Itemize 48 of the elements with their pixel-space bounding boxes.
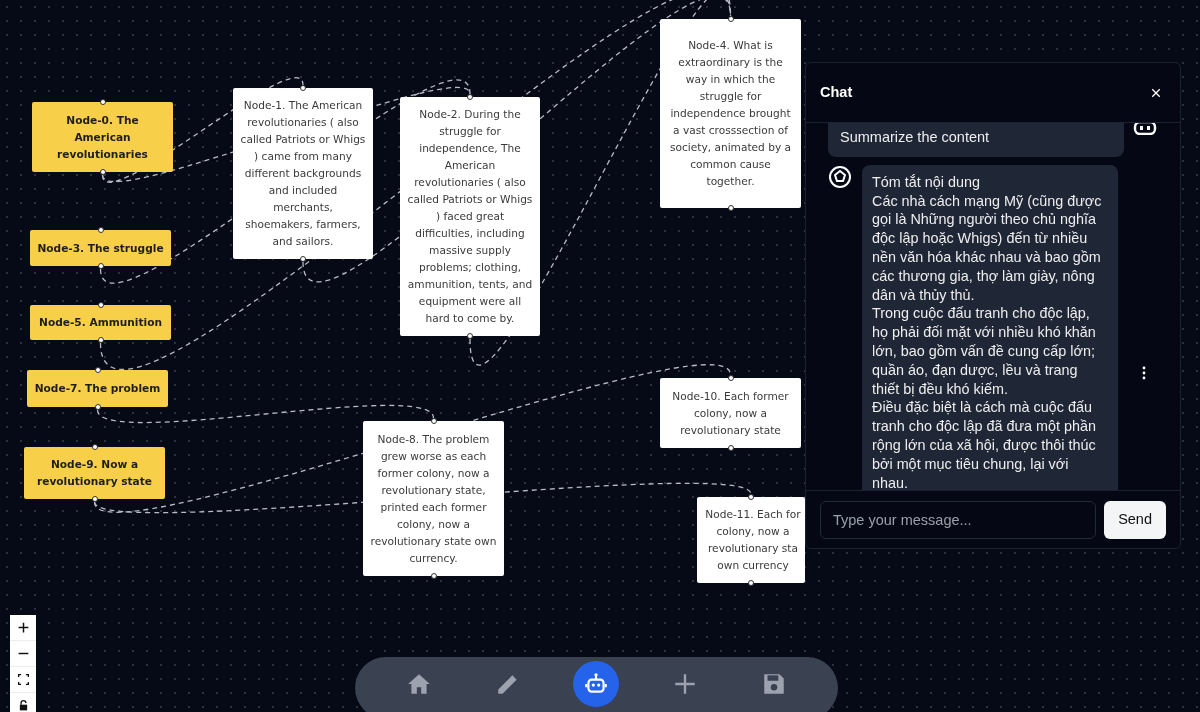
node-handle[interactable] bbox=[727, 445, 734, 451]
node-handle[interactable] bbox=[300, 85, 306, 91]
message-text: Các nhà cách mạng Mỹ (cũng được gọi là Những người theo chủ nghĩa độc lập hoặc Whigs) đến từ nhiều nền văn hóa khác nhau và bao gồm các thương gia, thợ làm giày, nông dân và thủy thủ. bbox=[872, 191, 1103, 305]
more-options-icon bbox=[1142, 366, 1146, 380]
node-handle[interactable] bbox=[99, 169, 106, 175]
node-handle[interactable] bbox=[97, 337, 104, 343]
chat-title: Chat bbox=[820, 82, 853, 102]
message-text: Summarize the content bbox=[840, 128, 991, 147]
node-handle[interactable] bbox=[748, 494, 754, 500]
message-text: Trong cuộc đấu tranh cho độc lập, họ phải đối mặt với nhiều khó khăn lớn, bao gồm vấn đề cung cấp lớn; quần áo, đạn dược, lều và trang thiết bị đều khó kiếm. bbox=[872, 304, 1097, 399]
node-handle[interactable] bbox=[727, 205, 734, 211]
flow-node[interactable]: Node-1. The American revolutionaries ( also called Patriots or Whigs ) came from many different backgrounds and included merchants, shoemakers, farmers, and sailors. bbox=[233, 88, 373, 259]
message-text: Tóm tắt nội dung bbox=[872, 172, 981, 192]
plus-icon bbox=[16, 621, 30, 634]
flow-node[interactable]: Node-2. During the struggle for independence, The American revolutionaries ( also called Patriots or Whigs ) faced great difficulties, including massive supply problems; clothing, ammunition, tents, and equipment were all hard to come by. bbox=[400, 97, 540, 336]
node-handle[interactable] bbox=[99, 99, 106, 105]
flow-node[interactable]: Node-8. The problem grew worse as each former colony, now a revolutionary state, printed each former colony, now a revolutionary state own currency. bbox=[363, 421, 504, 576]
bot-button[interactable] bbox=[573, 661, 620, 707]
flow-node[interactable]: Node-3. The struggle bbox=[30, 230, 171, 266]
bot-avatar-icon bbox=[828, 164, 852, 189]
node-handle[interactable] bbox=[97, 263, 104, 269]
node-handle[interactable] bbox=[91, 496, 98, 502]
node-handle[interactable] bbox=[94, 404, 101, 410]
message-input-field[interactable]: Type your message... bbox=[820, 500, 1097, 539]
flow-node[interactable]: Node-0. The American revolutionaries bbox=[32, 102, 173, 172]
flow-node[interactable]: Node-11. Each for colony, now a revolutionary sta own currency bbox=[697, 497, 805, 583]
node-handle[interactable] bbox=[97, 302, 104, 308]
flow-node[interactable]: Node-7. The problem bbox=[27, 370, 168, 407]
flow-node[interactable]: Node-4. What is extraordinary is the way in which the struggle for independence brought a vast crosssection of society, animated by a common cause together. bbox=[660, 19, 801, 208]
robot-icon bbox=[1133, 123, 1157, 135]
flow-node[interactable]: Node-5. Ammunition bbox=[30, 305, 171, 340]
node-handle[interactable] bbox=[727, 375, 734, 381]
node-handle[interactable] bbox=[727, 16, 734, 22]
node-handle[interactable] bbox=[430, 573, 437, 579]
send-button[interactable]: Send bbox=[1104, 500, 1166, 539]
node-handle[interactable] bbox=[97, 227, 104, 233]
node-handle[interactable] bbox=[300, 256, 306, 262]
node-handle[interactable] bbox=[430, 418, 437, 424]
message-text: Điều đặc biệt là cách mà cuộc đấu tranh cho độc lập đã đưa một phần rộng lớn của xã hội, được thôi thúc bởi một mục tiêu chung, lại với nhau. bbox=[872, 398, 1098, 490]
node-handle[interactable] bbox=[748, 580, 754, 586]
node-handle[interactable] bbox=[467, 333, 473, 339]
flow-node[interactable]: Node-9. Now a revolutionary state bbox=[24, 447, 165, 499]
close-icon bbox=[1150, 87, 1162, 100]
node-handle[interactable] bbox=[467, 94, 473, 100]
node-handle[interactable] bbox=[91, 444, 98, 450]
fit-view-icon bbox=[16, 673, 30, 686]
node-handle[interactable] bbox=[94, 367, 101, 373]
flow-node[interactable]: Node-10. Each former colony, now a revolutionary state bbox=[660, 378, 801, 448]
